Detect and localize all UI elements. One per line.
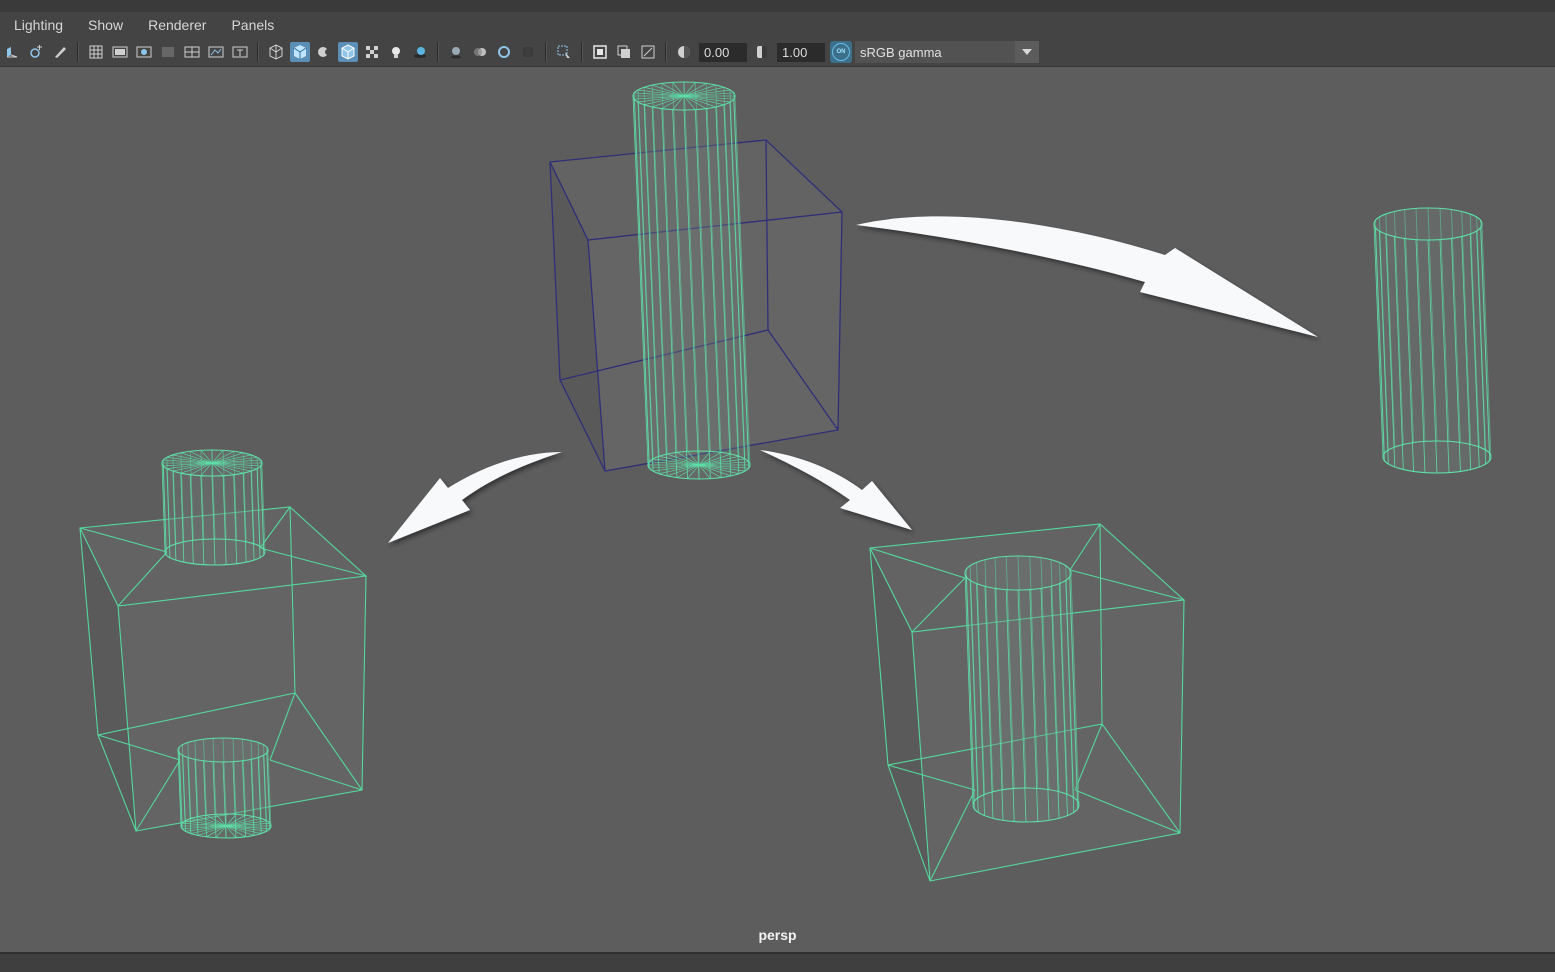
image-plane-icon[interactable] [50, 42, 70, 62]
smooth-shade-icon[interactable] [290, 42, 310, 62]
cylinder-surface [965, 556, 1079, 822]
resolution-gate-icon[interactable] [134, 42, 154, 62]
motion-blur-icon[interactable] [470, 42, 490, 62]
union-bottom-cylinder[interactable] [177, 737, 272, 839]
difference-hole-cylinder[interactable] [964, 555, 1080, 823]
cylinder-surface [633, 82, 750, 479]
depth-of-field-icon[interactable] [518, 42, 538, 62]
camera-attributes-icon[interactable] [2, 42, 22, 62]
xray-icon[interactable] [590, 42, 610, 62]
screen-space-ao-icon[interactable] [446, 42, 466, 62]
field-chart-icon[interactable] [182, 42, 202, 62]
view-transform-toggle[interactable]: ON [830, 41, 852, 63]
panel-menubar: Lighting Show Renderer Panels [0, 12, 1555, 38]
safe-action-icon[interactable] [206, 42, 226, 62]
cylinder-surface [1374, 208, 1491, 473]
menu-show[interactable]: Show [74, 17, 134, 33]
textured-icon[interactable] [362, 42, 382, 62]
film-gate-icon[interactable] [110, 42, 130, 62]
xray-joints-icon[interactable] [638, 42, 658, 62]
viewport-3d[interactable] [0, 67, 1555, 952]
toolbar-separator [545, 42, 547, 62]
color-space-value: sRGB gamma [860, 44, 942, 60]
isolate-select-icon[interactable] [554, 42, 574, 62]
toolbar-separator [437, 42, 439, 62]
arrow-to-cylinder-result [856, 216, 1318, 337]
default-material-icon[interactable] [314, 42, 334, 62]
xray-active-components-icon[interactable] [614, 42, 634, 62]
gamma-icon[interactable] [752, 42, 772, 62]
toolbar-separator [257, 42, 259, 62]
multisample-aa-icon[interactable] [494, 42, 514, 62]
shadows-icon[interactable] [410, 42, 430, 62]
cylinder-surface [178, 738, 271, 838]
color-space-select[interactable]: sRGB gamma [855, 41, 1039, 63]
on-badge-label: ON [832, 43, 850, 61]
result-cylinder[interactable] [1373, 207, 1492, 474]
toolbar-separator [581, 42, 583, 62]
wireframe-icon[interactable] [266, 42, 286, 62]
source-cylinder[interactable] [632, 81, 751, 480]
chevron-down-icon[interactable] [1015, 41, 1039, 63]
panel-toolbar: 0.00 1.00 ON sRGB gamma [0, 38, 1555, 67]
menu-lighting[interactable]: Lighting [0, 17, 74, 33]
camera-name-label: persp [758, 927, 797, 943]
gamma-field[interactable]: 1.00 [777, 42, 825, 62]
bookmark-icon[interactable] [26, 42, 46, 62]
toolbar-separator [665, 42, 667, 62]
menu-renderer[interactable]: Renderer [134, 17, 217, 33]
arrow-to-union-result [388, 452, 562, 543]
gate-mask-icon[interactable] [158, 42, 178, 62]
wireframe-on-shaded-icon[interactable] [338, 42, 358, 62]
time-slider-strip [0, 952, 1555, 972]
exposure-icon[interactable] [674, 42, 694, 62]
exposure-field[interactable]: 0.00 [699, 42, 747, 62]
menu-panels[interactable]: Panels [217, 17, 285, 33]
grid-icon[interactable] [86, 42, 106, 62]
use-all-lights-icon[interactable] [386, 42, 406, 62]
safe-title-icon[interactable] [230, 42, 250, 62]
union-top-cylinder[interactable] [161, 449, 266, 566]
arrow-to-difference-result [760, 450, 912, 530]
toolbar-separator [77, 42, 79, 62]
